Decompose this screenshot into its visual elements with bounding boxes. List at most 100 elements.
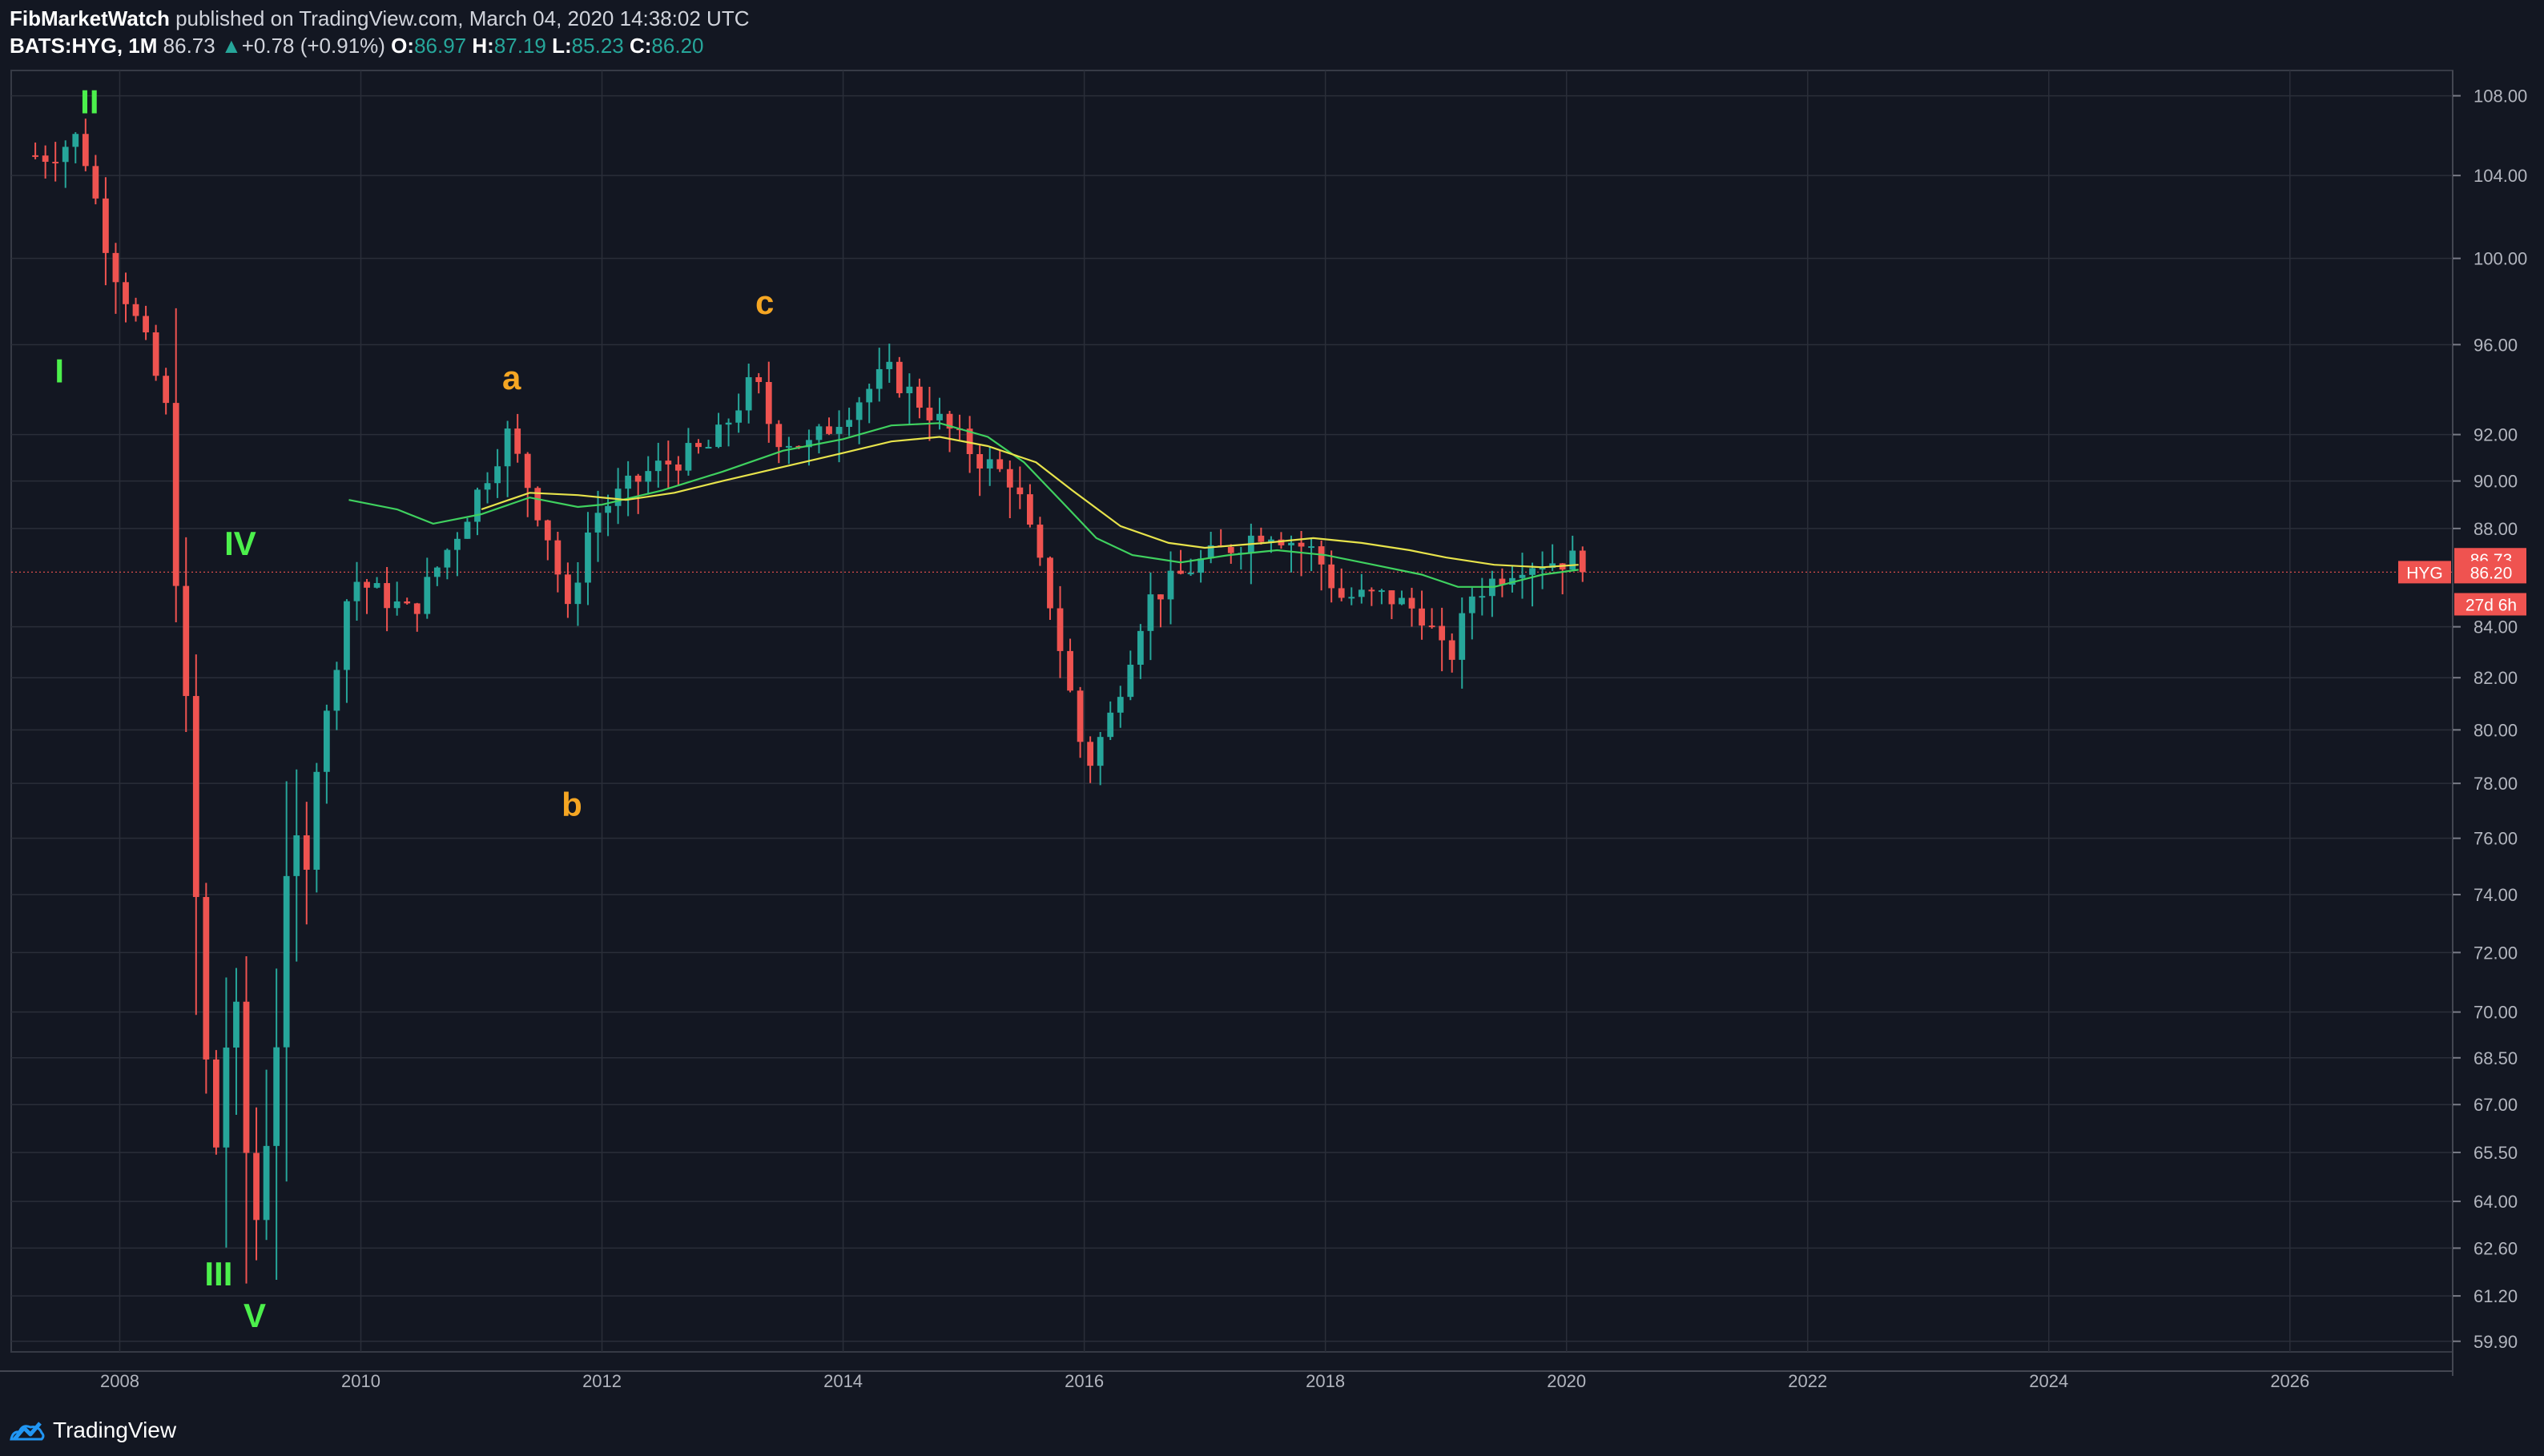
chart-background: [0, 67, 2544, 1410]
candle-body: [293, 835, 300, 876]
tradingview-logo[interactable]: TradingView: [10, 1418, 176, 1443]
candle-body: [1448, 640, 1455, 660]
chart-header: FibMarketWatch published on TradingView.…: [0, 0, 2544, 67]
candle-body: [1006, 469, 1013, 488]
candle-body: [212, 1059, 219, 1148]
candle-body: [1067, 650, 1073, 691]
candle-body: [886, 361, 893, 369]
candle-body: [1579, 550, 1586, 573]
candle-body: [273, 1047, 280, 1146]
time-axis-label: 2026: [2270, 1371, 2309, 1391]
wave-label: V: [244, 1297, 266, 1334]
author-name[interactable]: FibMarketWatch: [10, 6, 170, 30]
candle-body: [554, 540, 562, 575]
candle-body: [424, 577, 431, 614]
wave-label: IV: [224, 525, 256, 562]
candle-body: [474, 489, 481, 522]
candle-body: [132, 304, 139, 316]
candle-body: [1468, 596, 1475, 613]
candle-body: [1016, 487, 1024, 495]
candle-body: [826, 426, 832, 434]
candle-body: [1479, 596, 1486, 598]
candle-body: [333, 670, 340, 711]
candle-body: [1328, 564, 1335, 589]
price-axis-label: 104.00: [2474, 166, 2527, 186]
candle-body: [936, 413, 943, 420]
time-axis-label: 2022: [1788, 1371, 1827, 1391]
candle-body: [163, 376, 170, 404]
candle-body: [1107, 712, 1114, 738]
wave-label: II: [80, 83, 99, 121]
candle-body: [1167, 570, 1174, 600]
candle-body: [42, 155, 49, 163]
candle-body: [1097, 737, 1104, 766]
wave-label: I: [54, 352, 64, 389]
price-axis-label: 61.20: [2474, 1286, 2518, 1306]
price-axis-label: 96.00: [2474, 335, 2518, 355]
candle-body: [243, 1001, 250, 1153]
candle-body: [755, 376, 763, 382]
time-axis-label: 2020: [1547, 1371, 1586, 1391]
candle-body: [524, 453, 531, 489]
candle-body: [1358, 589, 1365, 597]
price-axis-label: 74.00: [2474, 885, 2518, 905]
candle-body: [625, 475, 632, 489]
candle-body: [594, 513, 602, 533]
candle-body: [1057, 608, 1064, 651]
price-axis-label: 108.00: [2474, 86, 2527, 107]
candle-body: [1227, 547, 1234, 553]
candle-body: [1519, 574, 1526, 578]
candle-body: [192, 696, 199, 898]
candle-body: [1137, 630, 1144, 665]
wave-label: a: [502, 359, 521, 396]
candle-body: [353, 581, 360, 601]
price-axis-label: 72.00: [2474, 943, 2518, 963]
candle-body: [765, 381, 772, 424]
open-value: 86.97: [414, 34, 467, 58]
candle-body: [1047, 557, 1053, 609]
candle-body: [1157, 594, 1164, 600]
close-label: C:: [629, 34, 652, 58]
candle-body: [705, 447, 712, 449]
price-axis-label: 59.90: [2474, 1332, 2518, 1352]
candle-body: [413, 603, 421, 614]
candle-body: [323, 710, 330, 772]
price-chart[interactable]: 108.00 104.00 100.00 96.00 92.00 90.00 88.00 84…: [0, 67, 2544, 1410]
candle-body: [1399, 597, 1405, 605]
price-axis-label: 92.00: [2474, 425, 2518, 445]
candle-body: [62, 147, 69, 163]
candle-body: [1187, 573, 1194, 575]
candle-body: [1037, 525, 1044, 558]
candle-body: [433, 567, 441, 577]
high-value: 87.19: [493, 34, 546, 58]
candle-body: [494, 466, 501, 484]
candle-body: [1368, 589, 1375, 592]
price-axis-label: 68.50: [2474, 1048, 2518, 1068]
candle-body: [1379, 590, 1385, 593]
candle-body: [916, 386, 923, 408]
footer: TradingView: [0, 1410, 2544, 1456]
candle-body: [1569, 550, 1576, 570]
candle-body: [1026, 494, 1033, 525]
candle-body: [504, 428, 511, 467]
price-axis-label: 78.00: [2474, 774, 2518, 794]
candle-body: [364, 581, 370, 588]
candle-body: [926, 408, 933, 420]
candle-body: [464, 521, 471, 539]
candle-body: [634, 475, 642, 482]
price-axis-label: 88.00: [2474, 519, 2518, 539]
candle-body: [384, 583, 391, 609]
candle-body: [986, 459, 993, 469]
candle-body: [233, 1001, 240, 1048]
up-arrow-icon: ▲: [220, 34, 242, 58]
candle-body: [996, 459, 1004, 469]
brand-name: TradingView: [53, 1418, 177, 1442]
candle-body: [976, 454, 984, 469]
candle-body: [815, 426, 823, 440]
candle-body: [876, 368, 883, 389]
price-axis-label: 67.00: [2474, 1095, 2518, 1115]
candle-body: [1428, 625, 1435, 628]
symbol-label[interactable]: BATS:HYG, 1M: [10, 34, 157, 58]
candle-body: [735, 410, 743, 423]
low-value: 85.23: [571, 34, 624, 58]
